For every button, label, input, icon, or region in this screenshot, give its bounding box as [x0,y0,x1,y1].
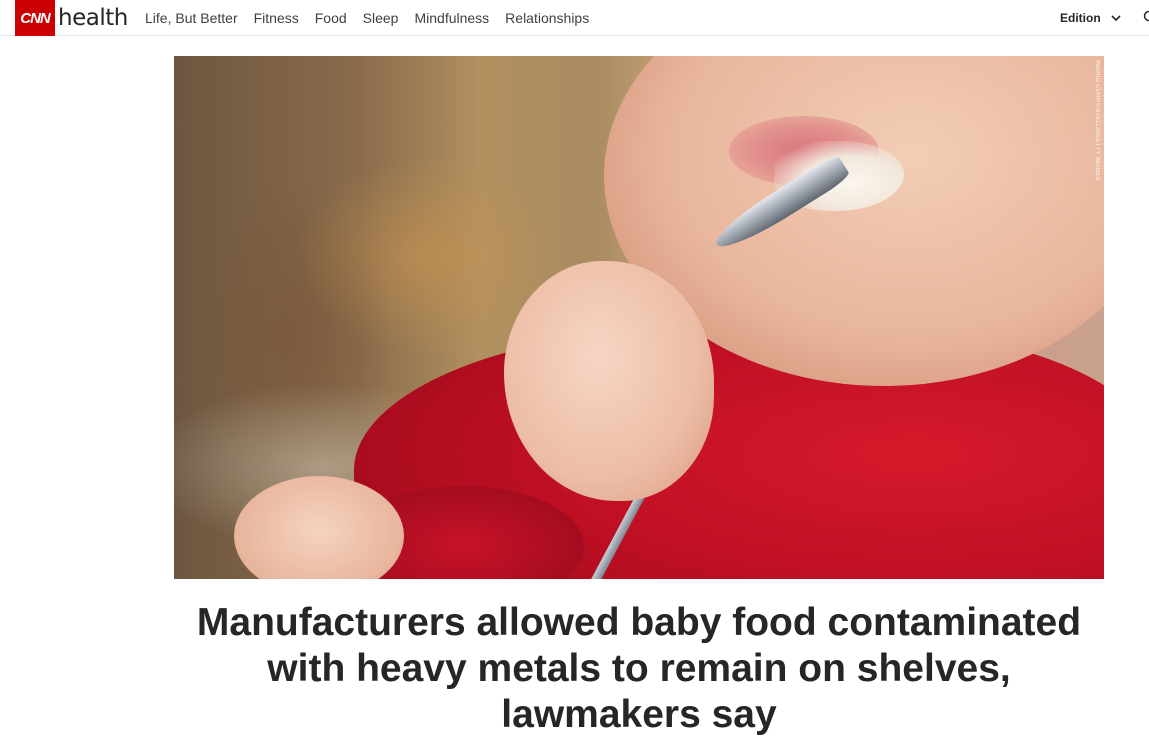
nav-item-life-but-better[interactable]: Life, But Better [145,10,238,26]
nav-item-sleep[interactable]: Sleep [363,10,399,26]
chevron-down-icon [1111,15,1121,22]
image-credit: INGRID CURRY/STELLA/GETTY IMAGES [1094,60,1100,181]
main-nav: Life, But Better Fitness Food Sleep Mind… [145,0,605,36]
nav-item-food[interactable]: Food [315,10,347,26]
cnn-health-logo[interactable]: CNN health [15,0,128,36]
article-headline: Manufacturers allowed baby food contamin… [196,601,1082,736]
cnn-logo[interactable]: CNN [15,0,55,36]
nav-item-fitness[interactable]: Fitness [254,10,299,26]
section-name[interactable]: health [58,0,128,36]
site-header: CNN health Life, But Better Fitness Food… [0,0,1149,36]
hero-image: INGRID CURRY/STELLA/GETTY IMAGES [174,56,1104,579]
search-icon[interactable] [1143,10,1149,24]
nav-item-mindfulness[interactable]: Mindfulness [414,10,489,26]
edition-menu-button[interactable]: Edition [1060,0,1122,36]
edition-label: Edition [1060,11,1101,25]
nav-item-relationships[interactable]: Relationships [505,10,589,26]
